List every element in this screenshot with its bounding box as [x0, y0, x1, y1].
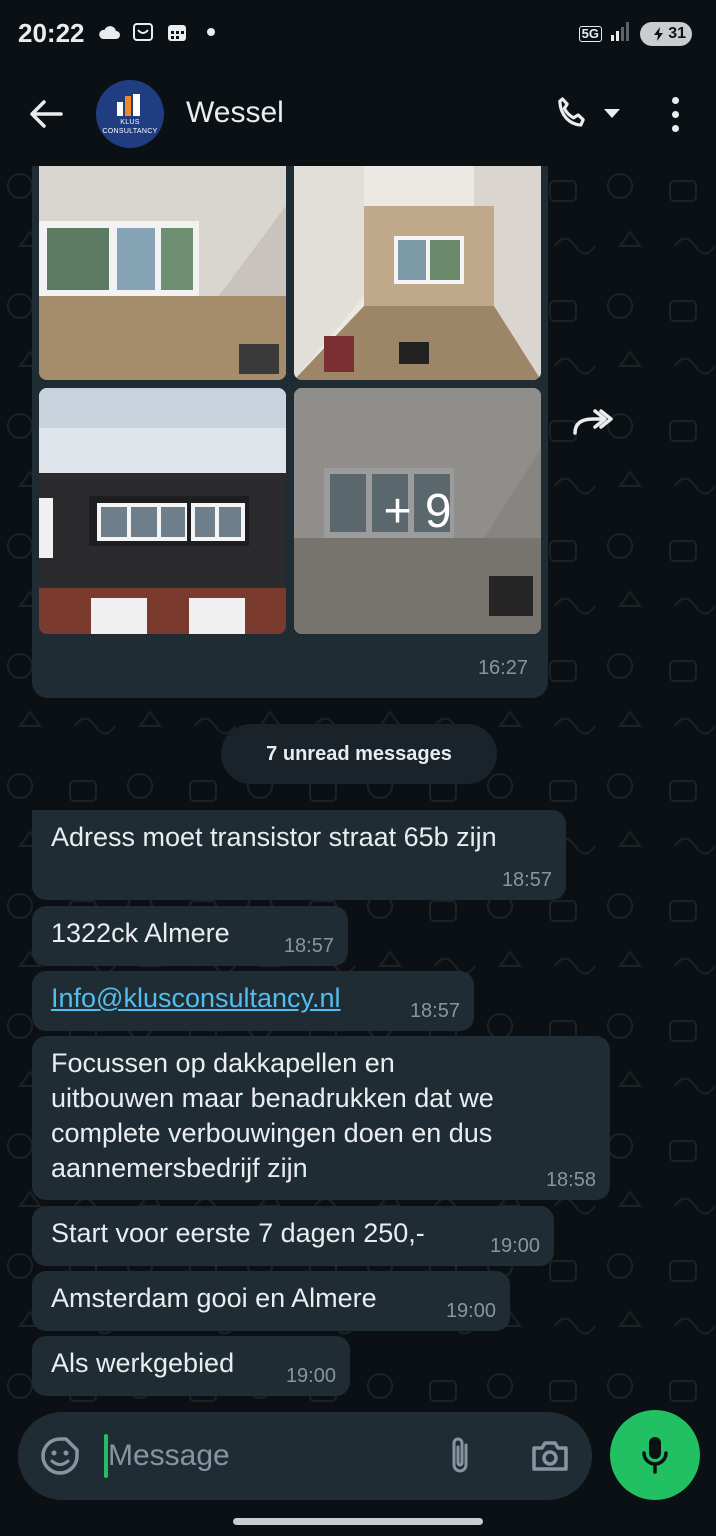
- message-composer: [18, 1412, 592, 1500]
- sticker-icon: [41, 1437, 79, 1475]
- message-time: 16:27: [477, 657, 528, 679]
- message-bubble[interactable]: Start voor eerste 7 dagen 250,- 19:00: [32, 1206, 554, 1266]
- status-notification-icons: [96, 20, 224, 44]
- back-arrow-icon: [30, 100, 63, 128]
- network-type: 5G: [578, 25, 602, 42]
- message-time: 18:57: [501, 869, 552, 891]
- forward-button[interactable]: [566, 396, 618, 448]
- more-options-button[interactable]: [660, 90, 690, 138]
- email-link[interactable]: Info@klusconsultancy.nl: [51, 981, 456, 1016]
- phone-icon: [558, 97, 585, 127]
- call-button[interactable]: [552, 90, 642, 138]
- calendar-icon: [164, 20, 190, 44]
- gesture-navigation-handle[interactable]: [233, 1518, 483, 1525]
- menu-dot-icon: [671, 124, 679, 132]
- message-bubble[interactable]: Amsterdam gooi en Almere 19:00: [32, 1271, 510, 1331]
- menu-dot-icon: [671, 110, 679, 118]
- battery-level: 31: [668, 24, 686, 42]
- photo-more-images[interactable]: + 9: [294, 388, 541, 634]
- photo-attic-window[interactable]: [39, 166, 286, 380]
- dot-icon: [198, 20, 224, 44]
- photo-roof-exterior[interactable]: [39, 388, 286, 634]
- paperclip-icon: [452, 1437, 468, 1473]
- message-input[interactable]: [108, 1432, 428, 1480]
- microphone-icon: [642, 1437, 668, 1474]
- photo-dormer-window[interactable]: [294, 166, 541, 380]
- battery-indicator: 31: [640, 21, 692, 46]
- message-text: Focussen op dakkapellen en uitbouwen maa…: [51, 1048, 494, 1183]
- signal-icon: [610, 20, 632, 47]
- status-bar: 20:22 5G 31: [0, 0, 716, 68]
- charging-icon: [654, 26, 664, 41]
- message-time: 18:57: [283, 935, 334, 957]
- chevron-down-icon: [604, 109, 620, 118]
- message-bubble[interactable]: Adress moet transistor straat 65b zijn 1…: [32, 810, 566, 900]
- message-text: Start voor eerste 7 dagen 250,-: [51, 1218, 425, 1248]
- message-time: 18:58: [545, 1169, 596, 1191]
- voice-message-button[interactable]: [610, 1410, 700, 1500]
- message-bubble[interactable]: Als werkgebied 19:00: [32, 1336, 350, 1396]
- logo-icon: [117, 94, 140, 116]
- back-button[interactable]: [22, 90, 70, 138]
- attach-button[interactable]: [438, 1432, 482, 1480]
- chat-header: KLUS CONSULTANCY Wessel: [0, 68, 716, 166]
- media-album-message[interactable]: + 9 16:27: [32, 166, 548, 698]
- status-time: 20:22: [18, 18, 85, 48]
- unread-messages-divider: 7 unread messages: [221, 724, 497, 784]
- contact-name[interactable]: Wessel: [186, 96, 284, 130]
- message-text: Adress moet transistor straat 65b zijn: [51, 822, 497, 852]
- message-bubble[interactable]: 1322ck Almere 18:57: [32, 906, 348, 966]
- avatar[interactable]: KLUS CONSULTANCY: [96, 80, 164, 148]
- forward-icon: [573, 409, 613, 435]
- menu-dot-icon: [671, 96, 679, 104]
- avatar-text: KLUS CONSULTANCY: [102, 119, 158, 135]
- inbox-icon: [130, 20, 156, 44]
- camera-button[interactable]: [526, 1432, 574, 1480]
- message-time: 19:00: [489, 1235, 540, 1257]
- message-bubble[interactable]: Focussen op dakkapellen en uitbouwen maa…: [32, 1036, 610, 1200]
- message-bubble[interactable]: Info@klusconsultancy.nl 18:57: [32, 971, 474, 1031]
- chat-area[interactable]: + 9 16:27 7 unread messages Adress moet …: [0, 166, 716, 1406]
- camera-icon: [532, 1441, 568, 1471]
- message-time: 19:00: [285, 1365, 336, 1387]
- message-time: 19:00: [445, 1300, 496, 1322]
- message-time: 18:57: [409, 1000, 460, 1022]
- message-text: Amsterdam gooi en Almere: [51, 1283, 377, 1313]
- cloud-icon: [96, 20, 122, 44]
- more-photos-count: + 9: [294, 388, 541, 634]
- status-system-icons: 5G 31: [578, 20, 692, 47]
- emoji-button[interactable]: [38, 1434, 82, 1478]
